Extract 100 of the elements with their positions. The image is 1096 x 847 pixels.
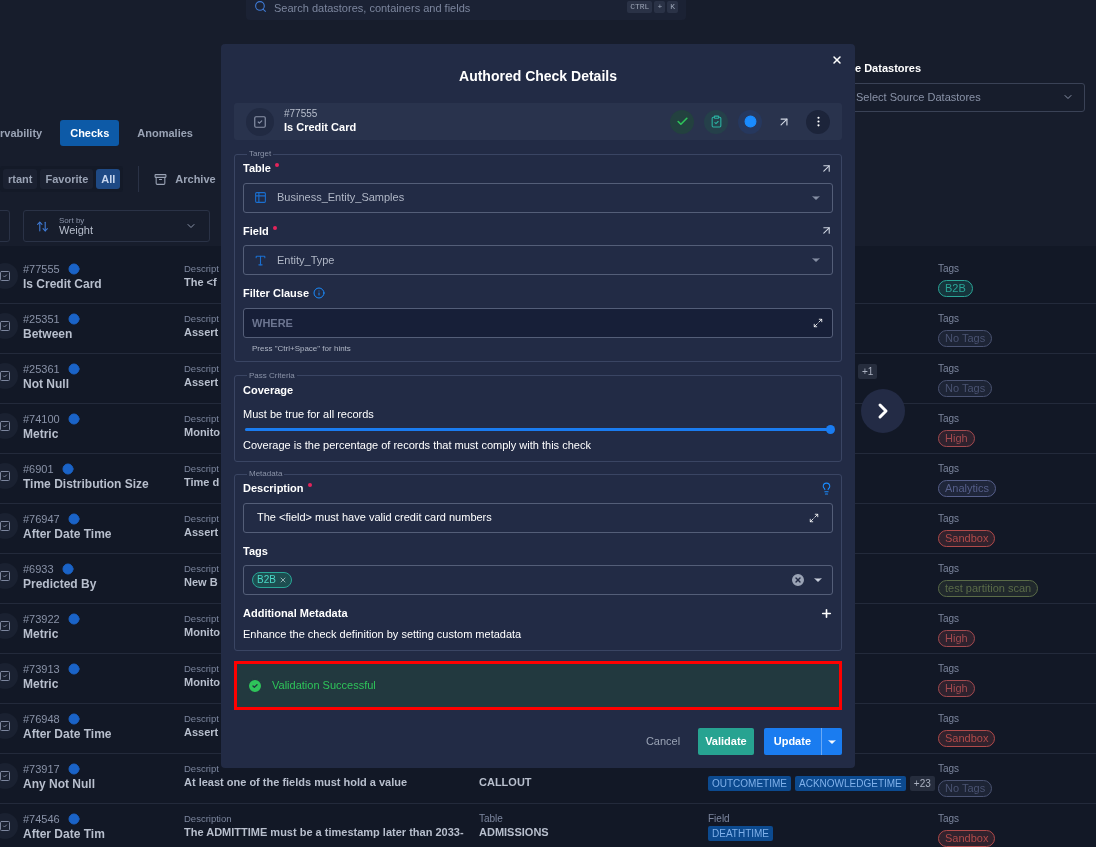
filter-chip[interactable]: Favorite [40, 169, 94, 189]
tag-chip: High [938, 680, 975, 697]
check-id: #77555 [23, 262, 60, 276]
tab[interactable]: Anomalies [127, 120, 203, 146]
description-label: Descript [184, 712, 219, 725]
shortcut-key: CTRL [627, 1, 653, 13]
check-name[interactable]: Not Null [23, 376, 178, 392]
expand-icon[interactable] [813, 317, 823, 328]
check-name[interactable]: After Date Tim [23, 826, 178, 842]
tab[interactable]: rvability [0, 120, 53, 146]
close-icon [831, 54, 843, 66]
modal-title: Authored Check Details [458, 67, 618, 86]
table-label: Table [479, 812, 504, 825]
description-field[interactable]: The <field> must have valid credit card numbers [243, 502, 833, 533]
checkbox-icon [0, 620, 11, 632]
status-button[interactable] [670, 109, 694, 134]
additional-help: Enhance the check definition by setting custom metadata [243, 626, 523, 642]
checkbox-icon [0, 370, 11, 382]
remove-icon[interactable] [278, 576, 287, 584]
archive-button[interactable]: Archive [154, 170, 216, 188]
description-text: At least one of the fields must hold a value [184, 775, 408, 790]
tags-label: Tags [938, 712, 961, 725]
tab[interactable]: Checks [60, 120, 120, 146]
field-chip: OUTCOMETIME [708, 776, 791, 791]
check-name[interactable]: Predicted By [23, 576, 178, 592]
tags-label: Tags [938, 262, 961, 275]
expand-icon[interactable] [809, 512, 819, 523]
tags-label: Tags [938, 612, 961, 625]
tags-label: Tags [938, 812, 961, 825]
check-id: #74546 [23, 812, 60, 826]
check-name[interactable]: Metric [23, 676, 178, 692]
clipboard-button[interactable] [704, 109, 728, 134]
sort-select[interactable]: Sort by Weight [23, 210, 210, 242]
check-id: #77555 [284, 108, 319, 121]
tags-field[interactable]: B2B [243, 565, 833, 595]
close-button[interactable] [831, 54, 843, 66]
field-label: Tags [243, 543, 268, 559]
field-select[interactable]: Entity_Type [243, 245, 833, 275]
tags-label: Tags [938, 312, 961, 325]
sort-icon [36, 219, 49, 233]
tags-label: Tags [938, 562, 961, 575]
description-label: Descript [184, 562, 219, 575]
tag-chip: No Tags [938, 380, 993, 397]
section-legend: Pass Criteria [247, 369, 297, 382]
description-text: Assert [184, 725, 219, 740]
add-icon[interactable] [820, 606, 833, 620]
checkbox-icon [0, 570, 11, 582]
check-name[interactable]: Any Not Null [23, 776, 178, 792]
lightbulb-icon[interactable] [820, 481, 833, 495]
description-text: Assert [184, 375, 219, 390]
section-legend: Metadata [247, 468, 285, 480]
check-id: #73922 [23, 612, 60, 626]
description-label: Descript [184, 662, 220, 675]
check-name[interactable]: After Date Time [23, 526, 178, 542]
description-text: Monito [184, 675, 221, 690]
check-id: #76947 [23, 512, 60, 526]
table-icon [254, 191, 267, 204]
description-label: Descript [184, 412, 220, 425]
slider-thumb[interactable] [826, 424, 835, 434]
field-label: e Datastores [854, 61, 923, 76]
description-label: Descript [184, 462, 220, 475]
description-text: Assert [184, 325, 219, 340]
tag-chip[interactable]: B2B [252, 572, 292, 588]
check-id: #25351 [23, 312, 60, 326]
archive-icon [154, 172, 168, 186]
check-id: #6933 [23, 562, 54, 576]
filter-chip[interactable]: All [96, 169, 121, 189]
tag-chip: High [938, 630, 975, 647]
search-icon [254, 0, 267, 13]
cancel-button[interactable]: Cancel [637, 728, 689, 755]
check-id: #6901 [23, 462, 54, 476]
check-name[interactable]: Is Credit Card [23, 276, 178, 292]
checkbox-icon [0, 820, 11, 832]
filter-chip[interactable]: rtant [3, 169, 38, 189]
next-button[interactable] [861, 389, 905, 433]
check-name[interactable]: Metric [23, 626, 178, 642]
field-label: Field [243, 223, 269, 239]
check-name[interactable]: Between [23, 326, 178, 342]
filter-clause-field[interactable]: WHERE [243, 307, 833, 338]
table-select[interactable]: Business_Entity_Samples [243, 182, 833, 213]
clear-icon[interactable] [790, 572, 806, 588]
description-label: Descript [184, 762, 220, 775]
checkbox-icon [0, 670, 11, 682]
description-label: Description [184, 812, 233, 825]
description-label: Descript [184, 312, 219, 325]
clipboard-check-icon [709, 115, 723, 128]
description-label: Descript [184, 512, 219, 525]
tags-label: Tags [938, 362, 961, 375]
check-name[interactable]: After Date Time [23, 726, 178, 742]
field-label: Table [243, 161, 271, 176]
info-button[interactable] [738, 109, 762, 134]
update-button[interactable]: Update [763, 728, 821, 755]
check-name[interactable]: Time Distribution Size [23, 476, 178, 492]
check-name[interactable]: Metric [23, 426, 178, 442]
field-label: Field [708, 812, 731, 825]
checkbox-icon [0, 420, 11, 432]
tag-chip: test partition scan [938, 580, 1039, 597]
tag-chip: Sandbox [938, 830, 996, 847]
hint-text: Press "Ctrl+Space" for hints [252, 342, 352, 355]
more-button[interactable] [806, 109, 830, 134]
